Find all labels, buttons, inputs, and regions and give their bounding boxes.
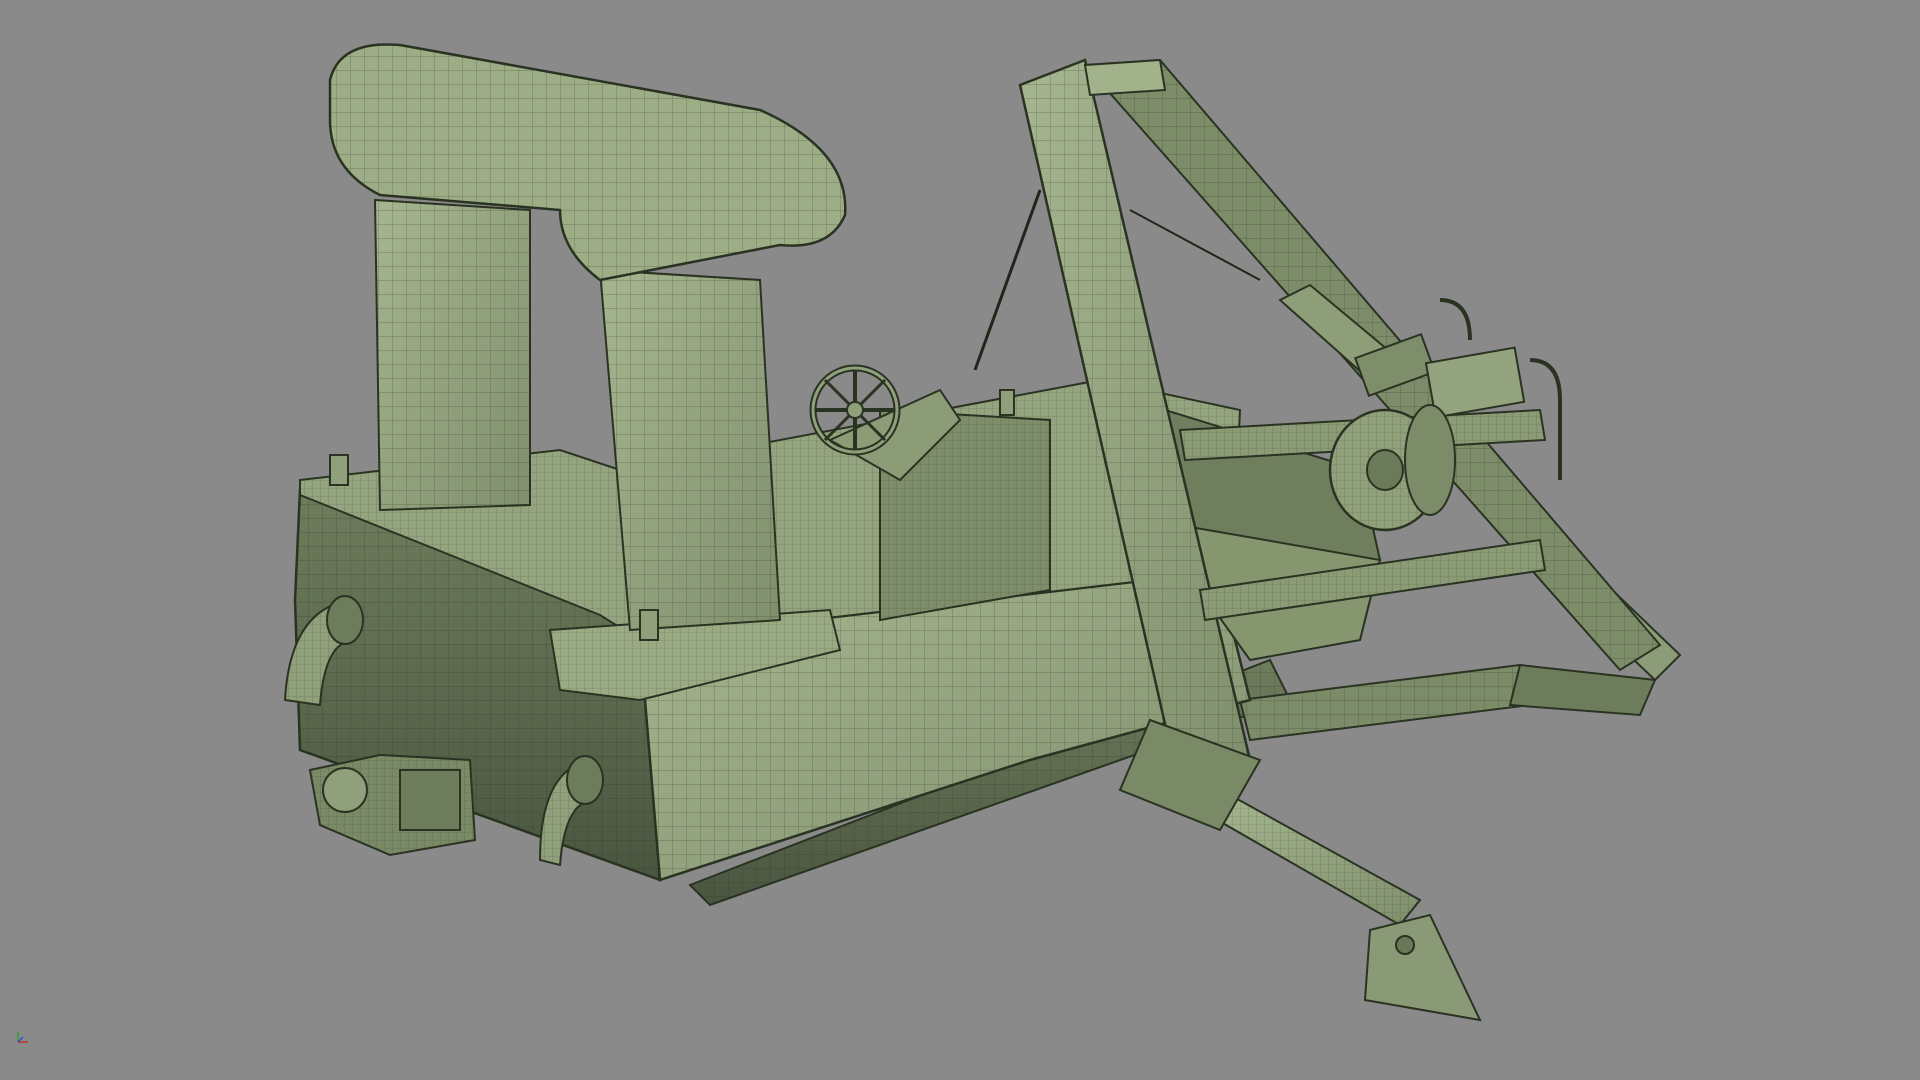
engine	[308, 753, 477, 857]
tow-bar	[1197, 793, 1482, 1022]
model-render[interactable]	[0, 0, 1920, 1080]
3d-viewport[interactable]	[0, 0, 1920, 1080]
winch-drum	[1328, 404, 1456, 532]
rigging-cable	[973, 189, 1042, 371]
steering-wheel	[809, 364, 901, 456]
axis-gizmo[interactable]	[12, 1026, 34, 1048]
